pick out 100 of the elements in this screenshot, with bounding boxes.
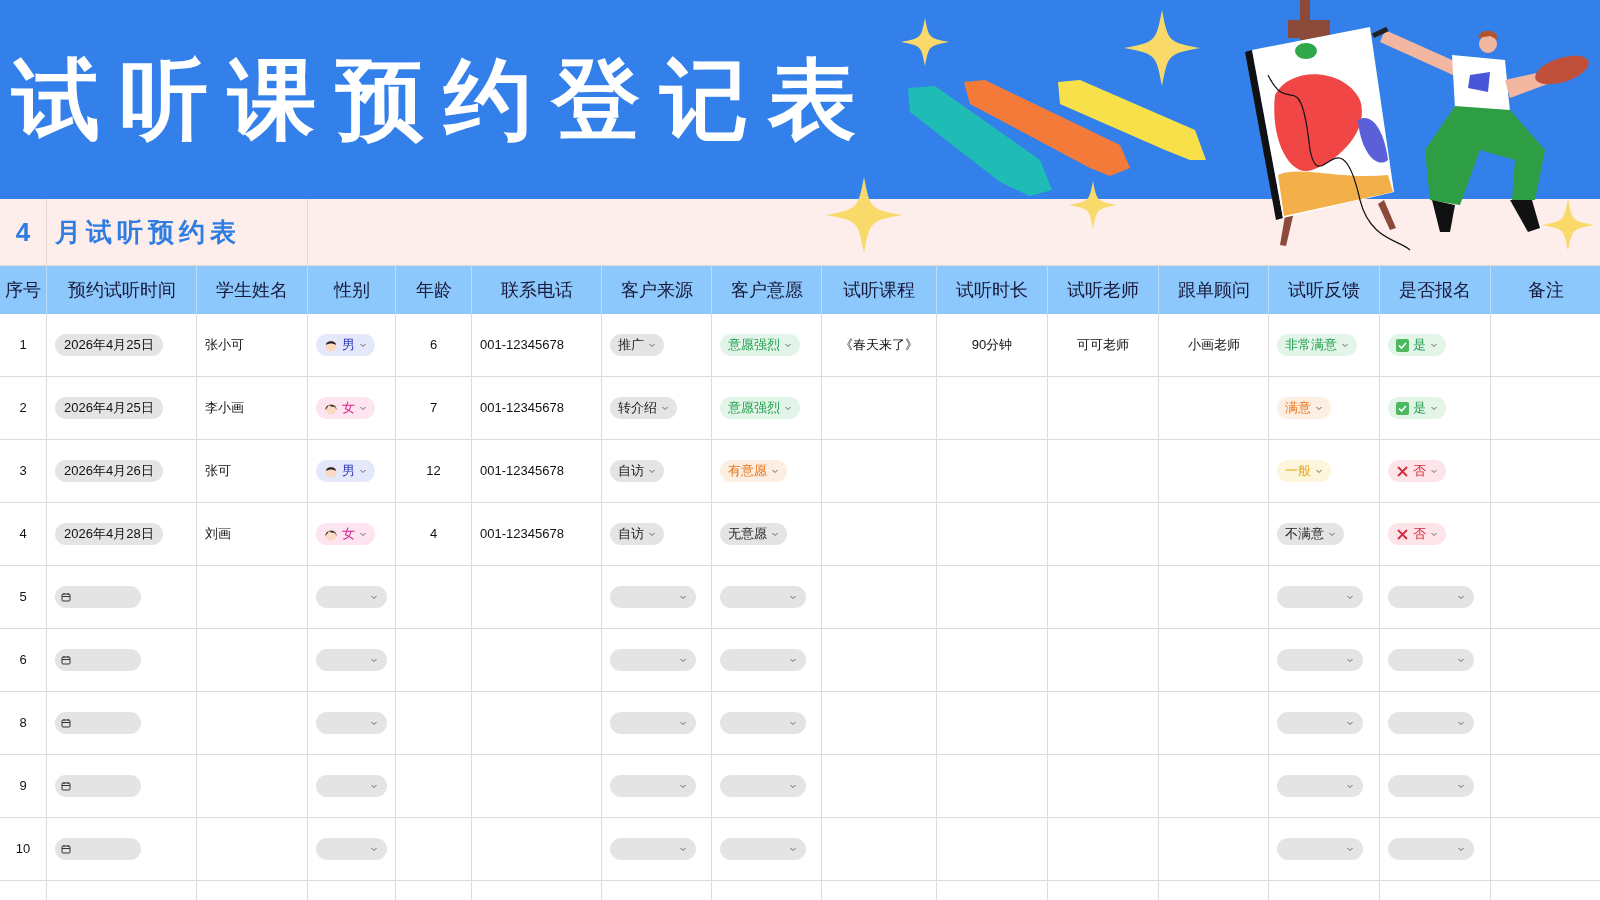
calendar-icon [61,781,71,791]
row-number: 8 [19,714,27,733]
column-header: 学生姓名 [216,278,288,302]
checkbox-icon [1396,401,1409,415]
chevron-icon [1346,845,1354,853]
advisor-name: 小画老师 [1187,336,1240,355]
column-header: 跟单顾问 [1177,278,1250,302]
chevron-icon [679,719,687,727]
student-name: 刘画 [205,525,231,544]
enrolled-dropdown[interactable]: 否 [1388,460,1446,482]
sparkle-icon [901,18,949,66]
dropdown[interactable] [1388,649,1474,671]
dropdown[interactable] [1388,586,1474,608]
chevron-icon [679,845,687,853]
chevron-icon [1328,530,1336,538]
date-field[interactable]: 2026年4月25日 [55,397,163,419]
source-dropdown[interactable]: 转介绍 [610,397,677,419]
chevron-icon [359,530,367,538]
chevron-icon [648,341,656,349]
dropdown[interactable] [1277,712,1363,734]
dropdown[interactable] [316,586,387,608]
teacher-name: 可可老师 [1077,336,1129,355]
child-icon [324,464,338,478]
source-dropdown[interactable]: 自访 [610,523,664,545]
dropdown[interactable] [720,775,806,797]
dropdown[interactable] [1277,586,1363,608]
checkbox-icon [1396,338,1409,352]
dropdown[interactable] [610,649,696,671]
column-header: 试听老师 [1067,278,1139,302]
child-icon [324,527,338,541]
date-field[interactable] [55,712,141,734]
chevron-icon [789,782,797,790]
source-dropdown[interactable]: 自访 [610,460,664,482]
date-field[interactable] [55,649,141,671]
column-header: 试听课程 [843,278,915,302]
dropdown[interactable] [1277,838,1363,860]
gender-dropdown[interactable]: 男 [316,460,375,482]
feedback-tag[interactable]: 不满意 [1277,523,1344,545]
chevron-icon [1457,593,1465,601]
chevron-icon [370,593,378,601]
student-name: 张可 [205,462,231,481]
chevron-icon [1346,782,1354,790]
dropdown[interactable] [720,712,806,734]
dropdown[interactable] [1277,775,1363,797]
column-header: 预约试听时间 [67,278,176,302]
column-header: 性别 [333,278,370,302]
gender-dropdown[interactable]: 男 [316,334,375,356]
subtitle: 月试听预约表 [55,215,241,249]
chevron-icon [1430,404,1438,412]
phone-number: 001-12345678 [480,525,564,544]
chevron-icon [648,530,656,538]
column-header: 备注 [1527,278,1564,302]
date-field[interactable]: 2026年4月28日 [55,523,163,545]
date-field[interactable] [55,775,141,797]
chevron-icon [1341,341,1349,349]
dropdown[interactable] [1388,712,1474,734]
age: 12 [426,462,441,481]
column-header: 序号 [5,278,41,302]
chevron-icon [1346,593,1354,601]
calendar-icon [61,592,71,602]
dropdown[interactable] [1277,649,1363,671]
dropdown[interactable] [720,586,806,608]
date-field[interactable] [55,838,141,860]
sparkle-icon [1124,10,1200,86]
sparkle-icon [1069,181,1117,229]
row-number: 9 [19,777,27,796]
dropdown[interactable] [720,838,806,860]
gender-dropdown[interactable]: 女 [316,397,375,419]
enrolled-dropdown[interactable]: 否 [1388,523,1446,545]
chevron-icon [370,782,378,790]
dropdown[interactable] [610,712,696,734]
dropdown[interactable] [1388,838,1474,860]
phone-number: 001-12345678 [480,399,564,418]
dropdown[interactable] [720,649,806,671]
dropdown[interactable] [316,649,387,671]
gender-dropdown[interactable]: 女 [316,523,375,545]
dropdown[interactable] [610,775,696,797]
dropdown[interactable] [316,838,387,860]
dropdown[interactable] [610,838,696,860]
chevron-icon [784,341,792,349]
calendar-icon [61,655,71,665]
dropdown[interactable] [316,775,387,797]
chevron-icon [771,530,779,538]
intent-tag[interactable]: 无意愿 [720,523,787,545]
dropdown[interactable] [610,586,696,608]
dropdown[interactable] [316,712,387,734]
date-field[interactable] [55,586,141,608]
dropdown[interactable] [1388,775,1474,797]
row-number: 3 [19,462,27,481]
source-dropdown[interactable]: 推广 [610,334,664,356]
phone-number: 001-12345678 [480,462,564,481]
column-header: 客户来源 [620,278,693,302]
date-field[interactable]: 2026年4月25日 [55,334,163,356]
age: 7 [429,399,438,418]
sparkle-icon [826,177,902,253]
date-field[interactable]: 2026年4月26日 [55,460,163,482]
chevron-icon [359,404,367,412]
chevron-icon [1346,656,1354,664]
chevron-icon [1430,467,1438,475]
chevron-icon [648,467,656,475]
